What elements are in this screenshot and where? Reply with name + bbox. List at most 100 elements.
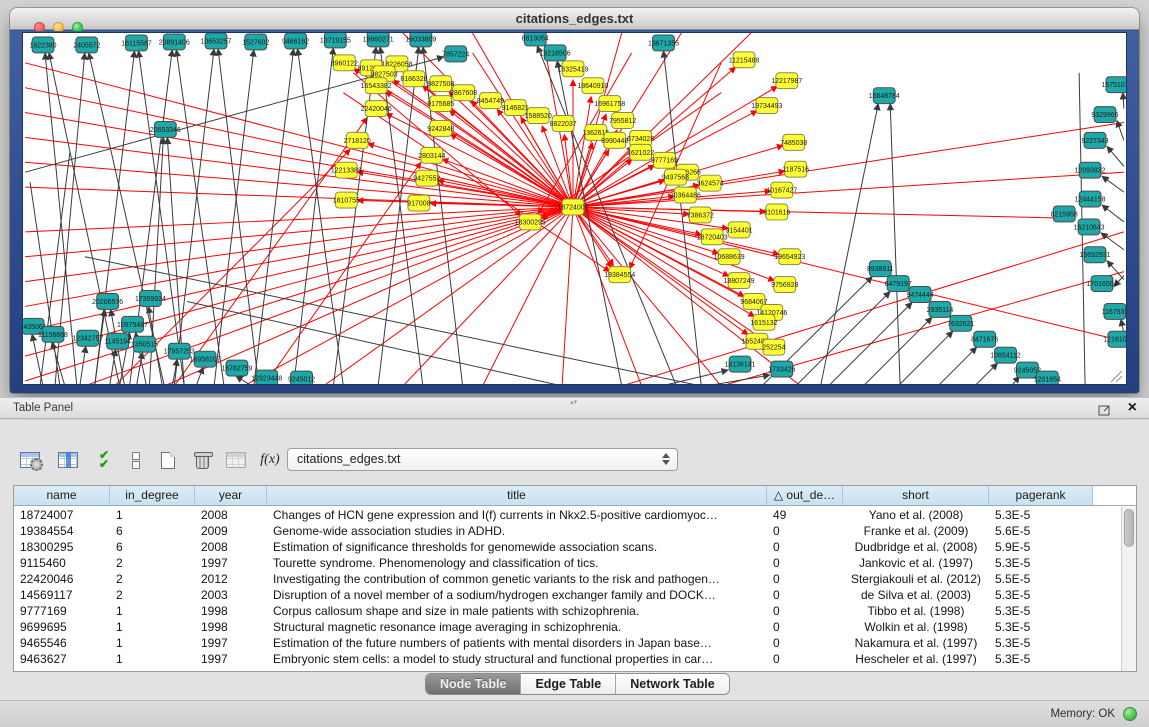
- network-window-titlebar[interactable]: citations_edges.txt: [10, 8, 1139, 30]
- column-visibility-icon[interactable]: [54, 447, 82, 473]
- table-row[interactable]: 977716911998Corpus callosum shape and si…: [14, 603, 1120, 619]
- graph-node[interactable]: 16961758: [594, 96, 625, 112]
- graph-node[interactable]: 1527602: [242, 34, 269, 50]
- graph-node[interactable]: 16210643: [1074, 219, 1105, 235]
- graph-node[interactable]: 917008: [407, 195, 430, 211]
- graph-node[interactable]: 22420046: [361, 101, 392, 117]
- graph-node[interactable]: 18720403: [697, 229, 728, 245]
- graph-node[interactable]: 12161049: [1103, 331, 1126, 347]
- graph-node[interactable]: 12444158: [1075, 191, 1106, 207]
- graph-node[interactable]: 1733426: [768, 361, 795, 377]
- graph-node[interactable]: 1588520: [525, 108, 552, 124]
- graph-node[interactable]: 7386372: [687, 207, 714, 223]
- graph-node[interactable]: 19660271: [363, 33, 394, 47]
- tab-network-table[interactable]: Network Table: [616, 674, 729, 694]
- table-row[interactable]: 946362711997Embryonic stem cells: a mode…: [14, 651, 1120, 667]
- graph-node[interactable]: 15692931: [1080, 247, 1111, 263]
- graph-node[interactable]: 12213383: [331, 162, 362, 178]
- float-icon[interactable]: [1098, 403, 1111, 415]
- graph-node[interactable]: 17359924: [135, 291, 166, 307]
- table-row[interactable]: 911546021997Tourette syndrome. Phenomeno…: [14, 555, 1120, 571]
- resize-grip-icon[interactable]: [1111, 371, 1122, 382]
- table-row[interactable]: 1938455462009Genome-wide association stu…: [14, 523, 1120, 539]
- delete-icon[interactable]: [188, 447, 216, 473]
- graph-node[interactable]: 10975487: [117, 316, 148, 332]
- graph-node[interactable]: 20364486: [670, 187, 701, 203]
- graph-node[interactable]: 1145194: [104, 333, 131, 349]
- deselect-all-icon[interactable]: [122, 447, 150, 473]
- delete-table-icon[interactable]: [222, 447, 250, 473]
- graph-node[interactable]: 20891406: [159, 34, 190, 50]
- graph-node[interactable]: 11215488: [729, 52, 760, 68]
- table-row[interactable]: 946554611997Estimation of the future num…: [14, 635, 1120, 651]
- graph-node[interactable]: 6479197: [885, 276, 912, 292]
- graph-node[interactable]: 19734493: [751, 98, 782, 114]
- graph-node[interactable]: 16543382: [361, 78, 392, 94]
- graph-node[interactable]: 9777169: [651, 152, 678, 168]
- graph-node[interactable]: 19671355: [648, 35, 679, 51]
- graph-node[interactable]: 8215958: [1051, 206, 1078, 222]
- graph-node[interactable]: 18640910: [577, 78, 608, 94]
- graph-node[interactable]: 9245012: [288, 371, 315, 384]
- graph-node[interactable]: 9756928: [771, 277, 798, 293]
- graph-node[interactable]: 9466162: [282, 33, 309, 49]
- new-document-icon[interactable]: [154, 447, 182, 473]
- graph-node[interactable]: 16033809: [405, 33, 436, 47]
- graph-node[interactable]: 9154401: [726, 222, 753, 238]
- graph-node[interactable]: 8454749: [477, 93, 504, 109]
- graph-node[interactable]: 1822380: [29, 37, 56, 53]
- scrollbar-thumb[interactable]: [1124, 509, 1134, 547]
- graph-node[interactable]: 15751074: [1101, 77, 1126, 93]
- graph-node[interactable]: 12923448: [251, 370, 282, 384]
- graph-node[interactable]: 1167533: [1102, 303, 1126, 319]
- tab-edge-table[interactable]: Edge Table: [521, 674, 616, 694]
- graph-node[interactable]: 7632621: [947, 315, 974, 331]
- graph-node[interactable]: 9329966: [1091, 107, 1118, 123]
- graph-node[interactable]: 14136141: [725, 356, 756, 372]
- graph-node[interactable]: 20653346: [150, 121, 181, 137]
- graph-node[interactable]: 8960122: [331, 55, 358, 71]
- table-row[interactable]: 1456911722003Disruption of a novel membe…: [14, 587, 1120, 603]
- graph-node[interactable]: 1187516: [782, 161, 809, 177]
- graph-node[interactable]: 16115587: [121, 35, 152, 51]
- table-selector[interactable]: citations_edges.txt: [287, 448, 678, 471]
- graph-node[interactable]: 9474444: [906, 287, 933, 303]
- function-builder-icon[interactable]: f(x): [256, 447, 284, 473]
- column-header-in_degree[interactable]: in_degree: [110, 486, 195, 505]
- graph-node[interactable]: 10654112: [990, 347, 1021, 363]
- graph-node[interactable]: 10167427: [766, 182, 797, 198]
- graph-node[interactable]: 8186328: [400, 71, 427, 87]
- graph-node[interactable]: 9175685: [427, 96, 454, 112]
- graph-node[interactable]: 8101616: [763, 204, 790, 220]
- graph-node[interactable]: 10688639: [714, 249, 745, 265]
- graph-node[interactable]: 10653257: [201, 33, 232, 49]
- graph-node[interactable]: 9227343: [1081, 132, 1108, 148]
- column-header-short[interactable]: short: [843, 486, 989, 505]
- network-canvas[interactable]: 1822380240557216115587208914061065325715…: [22, 32, 1127, 385]
- table-row[interactable]: 1872400712008Changes of HCN gene express…: [14, 507, 1120, 523]
- graph-node[interactable]: 8990448: [601, 132, 628, 148]
- graph-node[interactable]: 8822037: [550, 116, 577, 132]
- graph-node[interactable]: 7857224: [442, 46, 469, 62]
- graph-node[interactable]: 17016504: [1087, 276, 1118, 292]
- graph-node[interactable]: 16958107: [190, 351, 221, 367]
- graph-node[interactable]: 1810755: [333, 192, 360, 208]
- graph-node[interactable]: 18724007: [558, 199, 589, 215]
- graph-node[interactable]: 7485038: [780, 134, 807, 150]
- graph-node[interactable]: 3624574: [697, 175, 724, 191]
- graph-node[interactable]: 18807249: [724, 273, 755, 289]
- graph-node[interactable]: 11156868: [38, 326, 68, 342]
- graph-node[interactable]: 1201654: [1034, 371, 1061, 384]
- graph-node[interactable]: 8813054: [522, 33, 549, 46]
- column-header-pagerank[interactable]: pagerank: [989, 486, 1093, 505]
- column-header-year[interactable]: year: [195, 486, 267, 505]
- graph-node[interactable]: 18325419: [558, 61, 589, 77]
- graph-node[interactable]: 9242848: [427, 121, 454, 137]
- graph-node[interactable]: 12217987: [771, 73, 802, 89]
- graph-node[interactable]: 1615132: [750, 314, 777, 330]
- table-row[interactable]: 969969511998Structural magnetic resonanc…: [14, 619, 1120, 635]
- graph-node[interactable]: 8938911: [867, 261, 894, 277]
- graph-node[interactable]: 12342757: [72, 330, 103, 346]
- column-header-title[interactable]: title: [267, 486, 767, 505]
- table-scrollbar[interactable]: [1121, 507, 1136, 671]
